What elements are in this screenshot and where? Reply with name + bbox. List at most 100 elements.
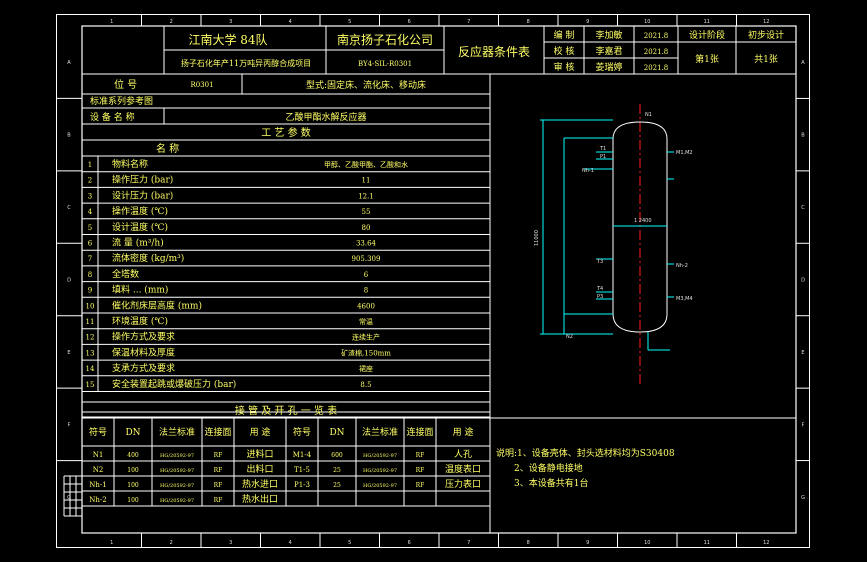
nozzle-face: RF (416, 452, 425, 459)
row-marker: B (801, 133, 805, 139)
row-marker: C (801, 205, 805, 211)
nozzle-dn: 100 (127, 497, 139, 504)
nozzle-col-header: DN (125, 428, 140, 438)
col-marker: 10 (644, 540, 650, 546)
name-0: 李加敏 (595, 29, 622, 41)
param-value: 4600 (357, 302, 375, 310)
param-value: 常温 (359, 317, 373, 326)
param-no: 11 (86, 318, 95, 326)
reactor-condition-drawing: 112233445566778899101011111212 A AB BC CD DE… (56, 14, 810, 548)
role-2: 审 核 (554, 61, 575, 73)
param-value: 33.64 (356, 240, 377, 248)
label-nh2: Nh-2 (676, 263, 688, 269)
col-marker: 3 (229, 19, 232, 25)
param-no: 7 (88, 255, 92, 263)
nozzle-use: 温度表口 (445, 463, 481, 475)
param-name: 操作压力 (bar) (112, 174, 173, 186)
param-name: 设计压力 (bar) (112, 189, 173, 201)
stage-label: 设计阶段 (689, 29, 725, 41)
param-value: 甲醇、乙酸甲酯、乙酸和水 (324, 160, 408, 169)
row-marker: E (67, 350, 70, 356)
nozzle-sym: Nh-1 (89, 481, 106, 489)
param-value: 12.1 (358, 192, 374, 200)
label-t3: T3 (596, 259, 603, 265)
drawing-number: BY4-SIL-R0301 (358, 60, 412, 68)
total-sheets: 共1张 (754, 54, 778, 65)
param-value: 11 (362, 177, 371, 185)
row-marker: A (67, 60, 71, 66)
col-marker: 1 (110, 540, 113, 546)
param-name: 操作方式及要求 (112, 331, 175, 343)
nozzle-use: 压力表口 (445, 478, 481, 490)
param-no: 13 (86, 349, 95, 357)
nozzle-use: 热水出口 (242, 493, 278, 505)
nozzle-column-headers: 符号 符号DN DN法兰标准 法兰标准连接面 连接面用 途用 途 (89, 426, 473, 438)
col-marker: 12 (763, 540, 769, 546)
nozzle-face: RF (416, 482, 425, 489)
param-no: 2 (88, 177, 92, 185)
param-name: 设计温度 (℃) (112, 221, 168, 233)
param-value: 80 (362, 224, 371, 232)
param-name: 填料 ... (mm) (112, 284, 168, 296)
row-marker: F (802, 422, 805, 428)
nozzle-use: 热水进口 (242, 478, 278, 490)
param-name: 安全装置起跳或爆破压力 (bar) (112, 378, 236, 390)
param-value: 905.309 (352, 255, 381, 263)
type-label: 型式:固定床、流化床、移动床 (306, 79, 426, 91)
note-line: 说明:1、设备壳体、封头选材料均为S30408 (496, 447, 675, 459)
param-no: 5 (88, 224, 92, 232)
param-no: 9 (88, 287, 92, 295)
nozzle-sym: M1-4 (293, 451, 312, 459)
col-marker: 5 (348, 540, 351, 546)
label-n2: N2 (566, 334, 573, 340)
nozzle-face: RF (214, 452, 223, 459)
nozzle-dn: 100 (127, 467, 139, 474)
param-name: 催化剂床层高度 (mm) (112, 299, 202, 311)
nozzle-col-header: 符号 (89, 426, 107, 438)
col-marker: 9 (586, 19, 589, 25)
row-marker: B (67, 133, 71, 139)
nozzle-dn: 600 (331, 452, 343, 459)
nozzle-std: HG/20592-97 (363, 483, 397, 489)
row-marker: G (801, 495, 805, 501)
param-name: 保温材料及厚度 (112, 346, 175, 358)
row-marker: D (801, 278, 805, 284)
role-0: 编 制 (554, 29, 575, 41)
param-name: 环境温度 (℃) (112, 315, 168, 327)
nozzle-sym: Nh-2 (89, 496, 106, 504)
col-marker: 8 (527, 19, 530, 25)
nozzle-col-header: 用 途 (453, 426, 474, 438)
col-marker: 11 (704, 540, 710, 546)
nozzle-sym: N1 (93, 451, 104, 459)
nozzle-col-header: 用 途 (250, 426, 271, 438)
col-marker: 2 (170, 19, 173, 25)
position-value: R0301 (190, 81, 213, 89)
param-name: 流 量 (m³/h) (112, 237, 164, 249)
nozzle-face: RF (214, 497, 223, 504)
col-marker: 6 (408, 540, 411, 546)
nozzle-col-header: 连接面 (406, 426, 433, 438)
stage-value: 初步设计 (748, 29, 784, 41)
nozzle-col-header: 连接面 (204, 426, 231, 438)
param-no: 8 (88, 271, 92, 279)
param-no: 6 (88, 240, 93, 248)
param-value: 裙座 (359, 364, 373, 373)
school-name: 江南大学 84队 (188, 32, 267, 47)
process-header: 工 艺 参 数 (261, 126, 311, 139)
label-n1: N1 (645, 112, 652, 118)
label-m3: M3,M4 (676, 296, 693, 302)
nozzle-std: HG/20592-97 (160, 468, 194, 474)
param-no: 3 (88, 192, 92, 200)
param-value: 连续生产 (352, 333, 380, 342)
param-name: 操作温度 (℃) (112, 205, 168, 217)
label-dia: 1 2400 (634, 218, 652, 224)
nozzle-col-header: 法兰标准 (159, 426, 195, 438)
role-1: 校 核 (554, 45, 575, 57)
drawing-sheet: 1 1 2 2 3 3 4 4 5 5 6 6 7 7 8 8 9 9 10 10 11 11 12 12 AABBCCDDE… (56, 14, 810, 548)
notes: 说明:1、设备壳体、封头选材料均为S30408 2、设备静电接地 3、本设备共有1台 (496, 447, 675, 489)
label-height: 11000 (534, 230, 540, 246)
row-marker: A (801, 60, 805, 66)
device-value: 乙酸甲酯水解反应器 (285, 111, 366, 123)
label-p1: P1 (600, 154, 606, 160)
col-marker: 2 (170, 540, 173, 546)
